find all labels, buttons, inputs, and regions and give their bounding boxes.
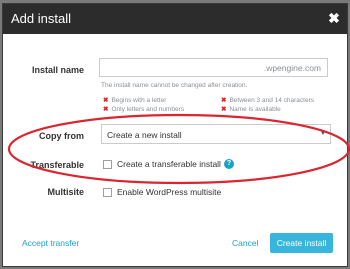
copy-from-select[interactable]: Create a new install ▼ (101, 124, 331, 144)
dialog-title: Add install (11, 11, 71, 26)
rule-text: Name is available (229, 106, 281, 113)
help-icon[interactable]: ? (224, 159, 234, 169)
rule-text: Only letters and numbers (111, 106, 185, 113)
install-name-input[interactable]: .wpengine.com (99, 58, 328, 77)
install-name-label: Install name (31, 65, 84, 75)
rule-item: ✖ Begins with a letter (103, 96, 166, 104)
dialog-header: Add install ✖ (3, 4, 347, 34)
rule-text: Between 3 and 14 characters (229, 97, 315, 104)
transferable-option-label[interactable]: Create a transferable install (117, 159, 221, 169)
rule-text: Begins with a letter (111, 97, 167, 104)
add-install-dialog: Add install ✖ Install name .wpengine.com… (3, 4, 347, 266)
install-name-help: The install name cannot be changed after… (101, 82, 248, 89)
cross-icon: ✖ (221, 106, 227, 113)
caret-down-icon: ▼ (320, 131, 326, 137)
multisite-option-label[interactable]: Enable WordPress multisite (117, 187, 221, 197)
cross-icon: ✖ (103, 106, 109, 113)
copy-from-value: Create a new install (107, 130, 182, 140)
copy-from-label: Copy from (39, 131, 84, 141)
rule-item: ✖ Between 3 and 14 characters (221, 96, 314, 104)
rule-item: ✖ Name is available (221, 105, 281, 113)
multisite-checkbox[interactable] (103, 188, 112, 197)
cancel-link[interactable]: Cancel (232, 238, 258, 248)
create-install-button[interactable]: Create install (270, 233, 333, 253)
transferable-label: Transferable (30, 160, 84, 170)
cross-icon: ✖ (221, 97, 227, 104)
transferable-checkbox[interactable] (103, 160, 112, 169)
close-icon[interactable]: ✖ (327, 11, 341, 25)
accept-transfer-link[interactable]: Accept transfer (22, 238, 79, 248)
multisite-label: Multisite (47, 187, 84, 197)
cross-icon: ✖ (103, 97, 109, 104)
rule-item: ✖ Only letters and numbers (103, 105, 184, 113)
domain-suffix: .wpengine.com (263, 63, 321, 73)
